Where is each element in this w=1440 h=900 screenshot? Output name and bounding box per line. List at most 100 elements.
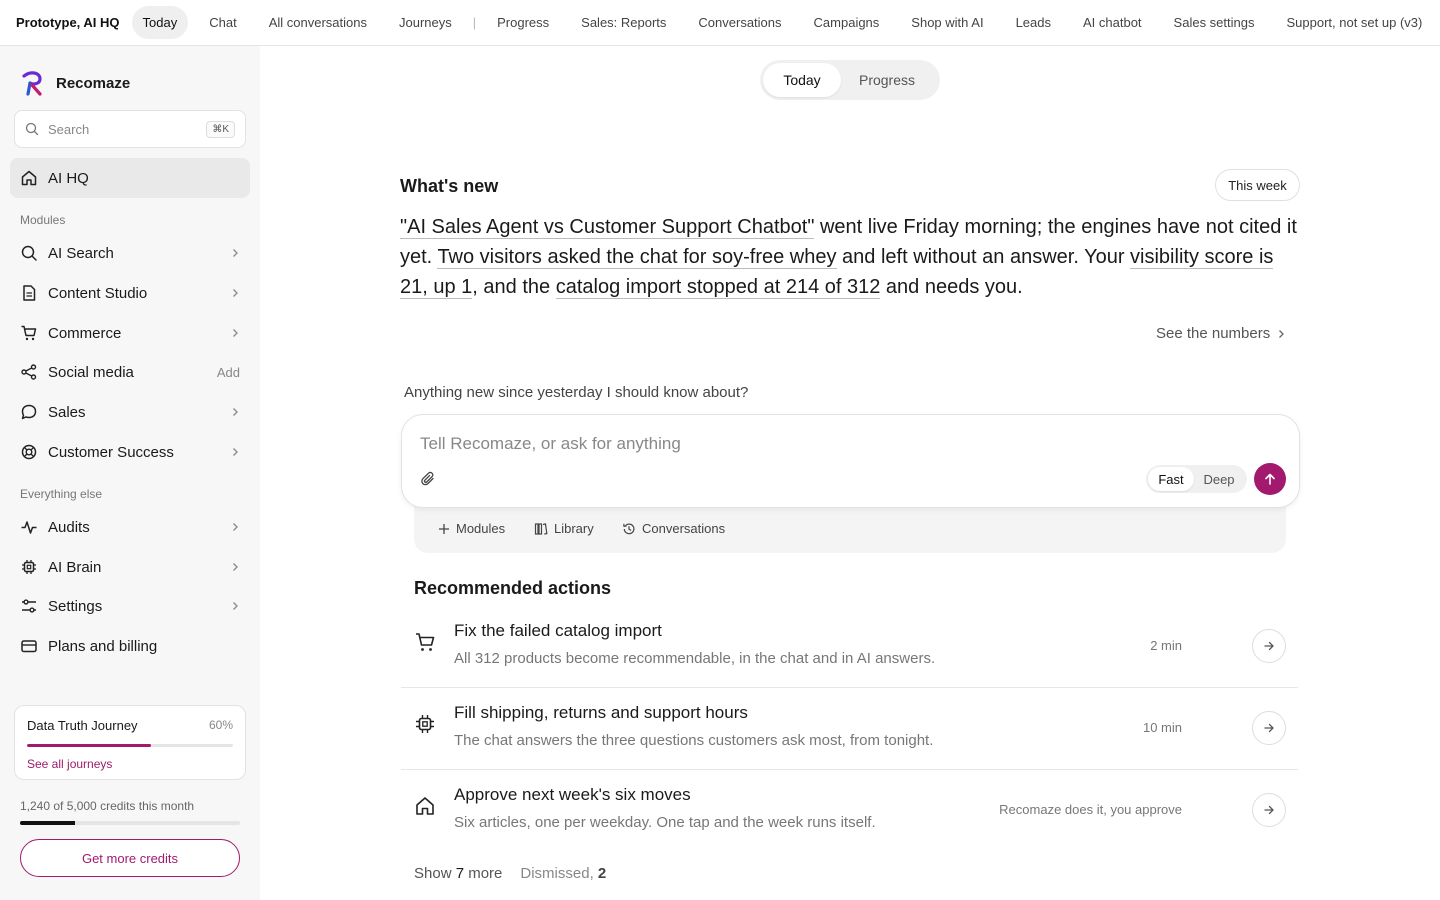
action-description: Six articles, one per weekday. One tap a… <box>454 814 876 831</box>
nav-sales-settings[interactable]: Sales settings <box>1163 6 1266 39</box>
action-go-button[interactable] <box>1252 629 1286 663</box>
action-go-button[interactable] <box>1252 711 1286 745</box>
credits-usage: 1,240 of 5,000 credits this month <box>20 799 195 813</box>
summary-link-visitors[interactable]: Two visitors asked the chat for soy-free… <box>437 246 837 269</box>
dismissed-label: Dismissed, <box>520 865 598 882</box>
mode-deep-option[interactable]: Deep <box>1194 467 1244 491</box>
sidebar-item-ai-hq[interactable]: AI HQ <box>10 158 250 198</box>
sidebar-item-audits[interactable]: Audits <box>10 507 250 547</box>
sidebar-item-social-media[interactable]: Social media Add <box>10 352 250 392</box>
nav-all-conversations[interactable]: All conversations <box>258 6 378 39</box>
action-row-fix-catalog-import[interactable]: Fix the failed catalog import All 312 pr… <box>401 606 1298 688</box>
search-icon <box>25 122 39 136</box>
search-input[interactable]: Search ⌘K <box>14 110 246 148</box>
lifebuoy-icon <box>20 443 38 461</box>
add-social-button[interactable]: Add <box>217 365 240 380</box>
action-title: Fix the failed catalog import <box>454 621 662 640</box>
show-more-prefix: Show <box>414 865 456 882</box>
tab-progress[interactable]: Progress <box>841 63 933 97</box>
whats-new-title: What's new <box>400 176 499 196</box>
paperclip-icon[interactable] <box>420 471 436 487</box>
action-row-approve-moves[interactable]: Approve next week's six moves Six articl… <box>401 770 1298 852</box>
chevron-right-icon <box>230 601 240 611</box>
library-icon <box>534 522 548 536</box>
logo[interactable]: Recomaze <box>20 70 130 96</box>
search-icon <box>20 244 38 262</box>
nav-sales-reports[interactable]: Sales: Reports <box>570 6 677 39</box>
composer-placeholder: Tell Recomaze, or ask for anything <box>420 434 681 453</box>
see-all-journeys-link[interactable]: See all journeys <box>27 757 233 771</box>
actions-footer: Show 7 more Dismissed, 2 <box>414 865 606 882</box>
tray-item-label: Library <box>554 521 594 536</box>
sidebar-item-label: Customer Success <box>48 443 174 461</box>
dismissed-button[interactable]: Dismissed, 2 <box>520 865 606 882</box>
summary-link-catalog[interactable]: catalog import stopped at 214 of 312 <box>555 276 881 299</box>
sidebar-item-ai-brain[interactable]: AI Brain <box>10 547 250 587</box>
home-icon <box>20 169 38 187</box>
sidebar-item-label: Sales <box>48 403 86 421</box>
chevron-right-icon <box>230 407 240 417</box>
sidebar: Recomaze Search ⌘K AI HQ Modules AI Sear… <box>0 46 260 900</box>
action-go-button[interactable] <box>1252 793 1286 827</box>
chevron-right-icon <box>230 562 240 572</box>
nav-campaigns[interactable]: Campaigns <box>803 6 891 39</box>
sidebar-item-content-studio[interactable]: Content Studio <box>10 273 250 313</box>
sidebar-item-plans-and-billing[interactable]: Plans and billing <box>10 626 250 666</box>
sidebar-item-label: Content Studio <box>48 284 148 302</box>
nav-shop-with-ai[interactable]: Shop with AI <box>900 6 994 39</box>
sidebar-item-ai-search[interactable]: AI Search <box>10 233 250 273</box>
journey-progress-fill <box>27 744 151 747</box>
nav-ai-chatbot[interactable]: AI chatbot <box>1072 6 1153 39</box>
tab-today[interactable]: Today <box>763 63 841 97</box>
nav-leads[interactable]: Leads <box>1005 6 1062 39</box>
credits-progress-bar <box>20 821 240 825</box>
show-more-button[interactable]: Show 7 more <box>414 865 502 882</box>
sidebar-item-sales[interactable]: Sales <box>10 392 250 432</box>
sidebar-item-customer-success[interactable]: Customer Success <box>10 432 250 472</box>
see-the-numbers-label: See the numbers <box>1156 325 1271 342</box>
nav-today[interactable]: Today <box>131 6 189 39</box>
send-button[interactable] <box>1254 463 1286 495</box>
credits-progress-fill <box>20 821 75 825</box>
search-placeholder: Search <box>48 121 90 137</box>
tray-library-button[interactable]: Library <box>534 521 594 536</box>
nav-progress[interactable]: Progress <box>486 6 560 39</box>
sidebar-item-label: Social media <box>48 363 134 381</box>
arrow-up-icon <box>1265 473 1275 485</box>
mode-fast-option[interactable]: Fast <box>1148 467 1194 491</box>
recomaze-logo-icon <box>20 70 46 96</box>
everything-else-section-label: Everything else <box>20 487 103 501</box>
action-title: Fill shipping, returns and support hours <box>454 703 748 722</box>
cart-icon <box>414 631 436 653</box>
mode-toggle: Fast Deep <box>1146 465 1247 493</box>
nav-chat[interactable]: Chat <box>198 6 247 39</box>
tray-conversations-button[interactable]: Conversations <box>622 521 725 536</box>
action-row-fill-shipping[interactable]: Fill shipping, returns and support hours… <box>401 688 1298 770</box>
see-the-numbers-link[interactable]: See the numbers <box>1156 325 1286 342</box>
arrow-right-icon <box>1264 723 1274 733</box>
get-more-credits-button[interactable]: Get more credits <box>20 839 240 877</box>
journey-card[interactable]: Data Truth Journey 60% See all journeys <box>14 705 246 780</box>
nav-support[interactable]: Support, not set up (v3) <box>1275 6 1433 39</box>
period-filter-button[interactable]: This week <box>1215 169 1300 201</box>
sidebar-item-label: Commerce <box>48 324 122 342</box>
history-icon <box>622 522 636 536</box>
tray-modules-button[interactable]: Modules <box>438 521 505 536</box>
logo-text: Recomaze <box>56 74 131 92</box>
search-shortcut: ⌘K <box>206 120 235 138</box>
summary-link-article[interactable]: "AI Sales Agent vs Customer Support Chat… <box>400 216 815 239</box>
nav-journeys[interactable]: Journeys <box>388 6 463 39</box>
chat-composer[interactable]: Tell Recomaze, or ask for anything Fast … <box>401 414 1300 508</box>
show-more-count: 7 <box>455 865 465 882</box>
sidebar-item-settings[interactable]: Settings <box>10 586 250 626</box>
summary-text: , and the <box>472 276 556 298</box>
nav-conversations[interactable]: Conversations <box>687 6 792 39</box>
chevron-right-icon <box>1270 329 1286 339</box>
chat-bubble-icon <box>20 403 38 421</box>
action-description: The chat answers the three questions cus… <box>454 732 934 749</box>
suggested-prompt[interactable]: Anything new since yesterday I should kn… <box>404 384 748 401</box>
home-icon <box>414 795 436 817</box>
summary-text: and left without an answer. Your <box>836 246 1131 268</box>
sidebar-item-commerce[interactable]: Commerce <box>10 313 250 353</box>
view-switcher: Today Progress <box>760 60 940 100</box>
